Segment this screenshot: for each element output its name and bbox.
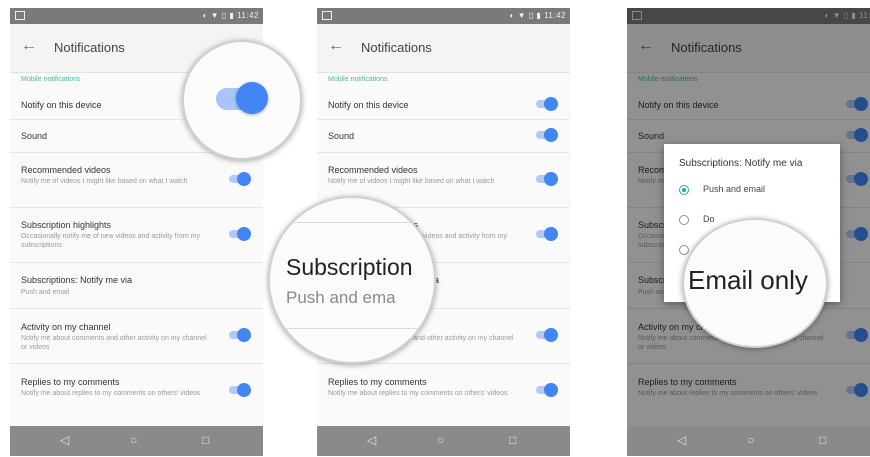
setting-subscriptions-notify-via[interactable]: Subscriptions: Notify me via Push and em… [10, 262, 263, 309]
page-title: Notifications [54, 40, 125, 55]
magnifier-email-only: Email only [682, 218, 828, 348]
setting-notify-device[interactable]: Notify on this device [317, 86, 570, 120]
setting-subtitle: Notify me about comments and other activ… [21, 335, 207, 351]
notification-icon [15, 11, 25, 20]
setting-title: Recommended videos [328, 165, 418, 175]
setting-subtitle: Notify me about replies to my comments o… [21, 390, 201, 397]
sound-toggle[interactable] [536, 128, 558, 142]
option-push-and-email[interactable]: Push and email [679, 184, 765, 195]
nav-recents-icon[interactable]: □ [509, 433, 516, 447]
zoomed-setting-subtitle: Push and ema [286, 288, 396, 307]
nav-home-icon[interactable]: ○ [130, 433, 137, 447]
recommended-videos-toggle[interactable] [536, 172, 558, 186]
setting-subscription-highlights[interactable]: Subscription highlights Occasionally not… [10, 207, 263, 263]
setting-title: Subscription highlights [21, 220, 112, 230]
option-2[interactable]: Do [679, 214, 715, 225]
nav-back-icon[interactable]: ◁ [677, 433, 686, 447]
nav-bar: ◁ ○ □ [317, 426, 570, 456]
recommended-videos-toggle[interactable] [229, 172, 251, 186]
nav-recents-icon[interactable]: □ [819, 433, 826, 447]
activity-channel-toggle[interactable] [536, 328, 558, 342]
page-title: Notifications [361, 40, 432, 55]
setting-recommended-videos[interactable]: Recommended videos Notify me of videos I… [10, 152, 263, 208]
app-bar: ← Notifications [317, 24, 570, 73]
section-header: Mobile notifications [21, 76, 81, 83]
zoomed-setting-title: Subscription [286, 254, 413, 280]
status-bar: ◐ ▼ ▯ ▮ 11:42 [10, 8, 263, 24]
magnifier-subscriptions: Subscription Push and ema [268, 196, 436, 364]
status-icons: ◐ ▼ ▯ ▮ [202, 11, 238, 20]
subscription-highlights-toggle[interactable] [229, 227, 251, 241]
nav-home-icon[interactable]: ○ [747, 433, 754, 447]
arrow-back-icon[interactable]: ← [21, 37, 37, 55]
nav-bar: ◁ ○ □ [10, 426, 263, 456]
setting-title: Activity on my channel [21, 322, 111, 332]
subscription-highlights-toggle[interactable] [536, 227, 558, 241]
setting-subtitle: Notify me of videos I might like based o… [328, 178, 495, 185]
status-time: 11:42 [544, 11, 566, 20]
setting-subtitle: Notify me of videos I might like based o… [21, 178, 188, 185]
setting-sound[interactable]: Sound [317, 119, 570, 153]
setting-activity-channel[interactable]: Activity on my channel Notify me about c… [10, 308, 263, 364]
setting-title: Notify on this device [21, 100, 102, 110]
magnifier-toggle [182, 40, 302, 160]
section-header: Mobile notifications [328, 76, 388, 83]
radio-icon[interactable] [679, 214, 689, 225]
nav-home-icon[interactable]: ○ [437, 433, 444, 447]
option-label: Do [703, 214, 715, 224]
divider [270, 222, 434, 223]
replies-comments-toggle[interactable] [536, 383, 558, 397]
setting-title: Notify on this device [328, 100, 409, 110]
setting-replies-comments[interactable]: Replies to my comments Notify me about r… [317, 363, 570, 418]
nav-back-icon[interactable]: ◁ [60, 433, 69, 447]
setting-replies-comments[interactable]: Replies to my comments Notify me about r… [10, 363, 263, 418]
radio-selected-icon[interactable] [679, 184, 689, 195]
notify-device-toggle-zoomed[interactable] [216, 82, 268, 114]
option-label: Push and email [703, 184, 766, 194]
status-time: 11:42 [237, 11, 259, 20]
notify-device-toggle[interactable] [536, 97, 558, 111]
nav-bar: ◁ ○ □ [627, 426, 870, 456]
setting-subtitle: Push and email [21, 289, 70, 296]
activity-channel-toggle[interactable] [229, 328, 251, 342]
replies-comments-toggle[interactable] [229, 383, 251, 397]
status-bar: ◐ ▼ ▯ ▮ 11:42 [317, 8, 570, 24]
setting-title: Sound [328, 131, 355, 141]
setting-subtitle: Notify me about replies to my comments o… [328, 390, 508, 397]
setting-subtitle: Occasionally notify me of new videos and… [21, 233, 200, 249]
setting-title: Recommended videos [21, 165, 111, 175]
setting-title: Replies to my comments [328, 377, 427, 387]
zoomed-option-label: Email only [688, 265, 808, 295]
radio-icon[interactable] [679, 244, 689, 255]
setting-title: Subscriptions: Notify me via [21, 275, 133, 285]
setting-title: Replies to my comments [21, 377, 120, 387]
setting-title: Sound [21, 131, 48, 141]
nav-recents-icon[interactable]: □ [202, 433, 209, 447]
arrow-back-icon[interactable]: ← [328, 37, 344, 55]
dialog-title: Subscriptions: Notify me via [679, 158, 803, 169]
divider [270, 328, 434, 329]
nav-back-icon[interactable]: ◁ [367, 433, 376, 447]
status-icons: ◐ ▼ ▯ ▮ [509, 11, 545, 20]
notification-icon [322, 11, 332, 20]
